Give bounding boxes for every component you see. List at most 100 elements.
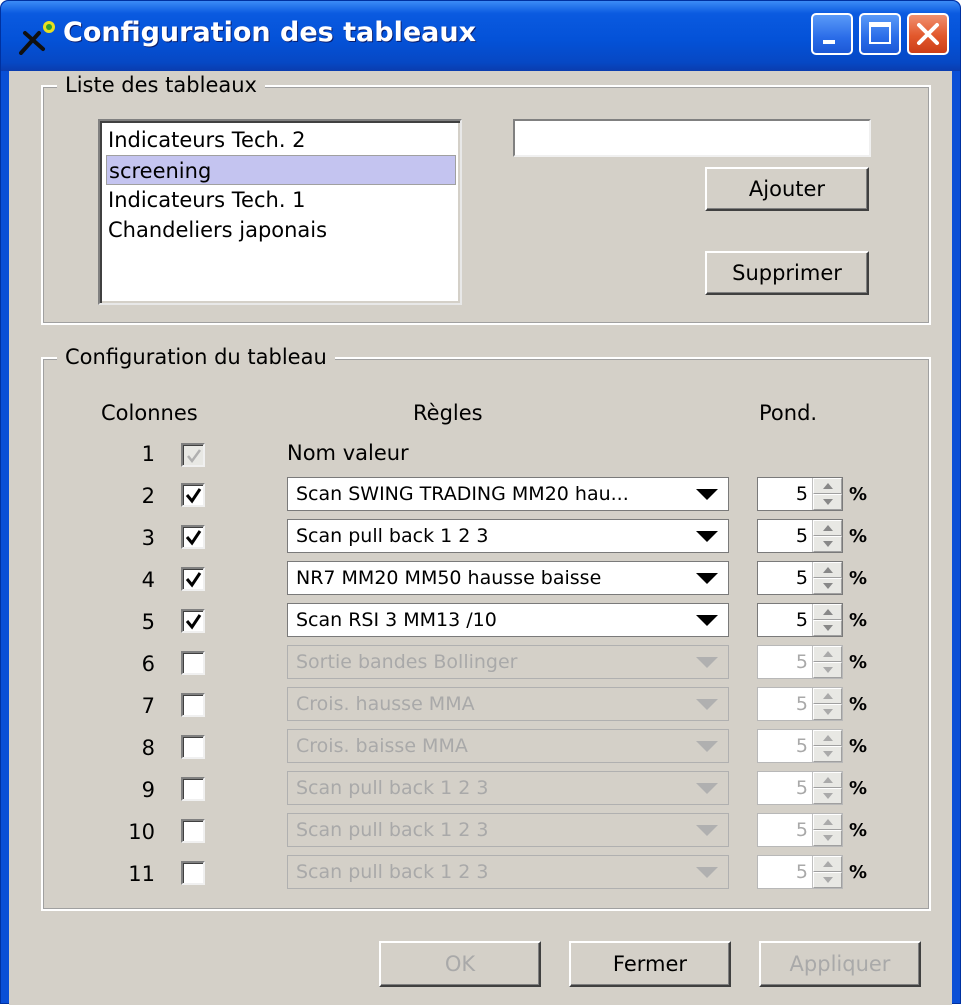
row-number: 10 — [128, 820, 155, 844]
list-item[interactable]: Chandeliers japonais — [106, 215, 454, 245]
weight-spinner-10: 5 — [757, 813, 843, 847]
spin-down-button[interactable] — [813, 494, 842, 510]
column-5-checkbox[interactable] — [181, 609, 205, 633]
row-number: 11 — [128, 862, 155, 886]
weight-spinner-3[interactable]: 5 — [757, 519, 843, 553]
row-number: 4 — [141, 568, 155, 592]
weight-spinner-9: 5 — [757, 771, 843, 805]
spin-down-button — [813, 746, 842, 762]
spin-up-button — [813, 772, 842, 788]
arrow-down-icon — [823, 667, 833, 673]
arrow-up-icon — [823, 483, 833, 489]
percent-sign: % — [849, 820, 868, 841]
dropdown-value: Crois. baisse MMA — [296, 735, 468, 757]
ok-button[interactable]: OK — [379, 941, 541, 987]
spinner-value: 5 — [795, 693, 808, 715]
weight-spinner-2[interactable]: 5 — [757, 477, 843, 511]
weight-spinner-5[interactable]: 5 — [757, 603, 843, 637]
column-8-checkbox[interactable] — [181, 735, 205, 759]
spin-up-button — [813, 646, 842, 662]
spinner-value: 5 — [795, 567, 808, 589]
column-4-checkbox[interactable] — [181, 567, 205, 591]
rule-dropdown-8: Crois. baisse MMA — [287, 729, 729, 763]
dropdown-arrow-icon — [696, 825, 718, 836]
arrow-up-icon — [823, 735, 833, 741]
spin-down-button — [813, 788, 842, 804]
rule-dropdown-7: Crois. hausse MMA — [287, 687, 729, 721]
list-item-selected[interactable]: screening — [106, 155, 456, 185]
percent-sign: % — [849, 862, 868, 883]
apply-button[interactable]: Appliquer — [759, 941, 921, 987]
rule-dropdown-10: Scan pull back 1 2 3 — [287, 813, 729, 847]
dropdown-arrow-icon — [696, 573, 718, 584]
dropdown-value: Scan pull back 1 2 3 — [296, 525, 489, 547]
spinner-value: 5 — [795, 651, 808, 673]
spin-up-button — [813, 688, 842, 704]
window-title: Configuration des tableaux — [63, 17, 477, 48]
arrow-down-icon — [823, 751, 833, 757]
rules-header: Règles — [413, 401, 483, 425]
spin-down-button — [813, 704, 842, 720]
column-11-checkbox[interactable] — [181, 861, 205, 885]
percent-sign: % — [849, 652, 868, 673]
checkmark-icon — [187, 449, 202, 464]
arrow-down-icon — [823, 877, 833, 883]
spin-up-button — [813, 730, 842, 746]
column-10-checkbox[interactable] — [181, 819, 205, 843]
spin-down-button[interactable] — [813, 620, 842, 636]
rule-dropdown-2[interactable]: Scan SWING TRADING MM20 hau... — [287, 477, 729, 511]
close-icon — [917, 23, 939, 45]
spinner-value: 5 — [795, 525, 808, 547]
spinner-value: 5 — [795, 819, 808, 841]
table-list-group: Liste des tableaux Indicateurs Tech. 2 s… — [41, 71, 931, 325]
column-9-checkbox[interactable] — [181, 777, 205, 801]
spin-up-button — [813, 856, 842, 872]
list-item[interactable]: Indicateurs Tech. 1 — [106, 185, 454, 215]
dropdown-value: Scan pull back 1 2 3 — [296, 819, 489, 841]
add-button[interactable]: Ajouter — [705, 167, 869, 211]
table-config-group-title: Configuration du tableau — [57, 343, 335, 371]
weight-spinner-11: 5 — [757, 855, 843, 889]
spinner-value: 5 — [795, 483, 808, 505]
minimize-button[interactable] — [811, 13, 853, 55]
dropdown-value: Crois. hausse MMA — [296, 693, 475, 715]
percent-sign: % — [849, 610, 868, 631]
rule-dropdown-3[interactable]: Scan pull back 1 2 3 — [287, 519, 729, 553]
title-bar[interactable]: Configuration des tableaux — [1, 1, 960, 71]
checkmark-icon — [185, 572, 202, 588]
weight-spinner-4[interactable]: 5 — [757, 561, 843, 595]
percent-sign: % — [849, 778, 868, 799]
spin-down-button[interactable] — [813, 536, 842, 552]
column-6-checkbox[interactable] — [181, 651, 205, 675]
arrow-up-icon — [823, 777, 833, 783]
dropdown-value: Scan RSI 3 MM13 /10 — [296, 609, 497, 631]
spin-up-button[interactable] — [813, 520, 842, 536]
spin-up-button[interactable] — [813, 604, 842, 620]
dialog-window: Configuration des tableaux Liste des tab… — [0, 0, 961, 1005]
column-2-checkbox[interactable] — [181, 483, 205, 507]
weight-header: Pond. — [759, 401, 818, 425]
column-1-checkbox — [181, 443, 205, 467]
rule-dropdown-4[interactable]: NR7 MM20 MM50 hausse baisse — [287, 561, 729, 595]
spin-up-button[interactable] — [813, 478, 842, 494]
spin-down-button[interactable] — [813, 578, 842, 594]
table-name-input[interactable] — [513, 119, 871, 157]
arrow-down-icon — [823, 541, 833, 547]
rule-dropdown-5[interactable]: Scan RSI 3 MM13 /10 — [287, 603, 729, 637]
column-7-checkbox[interactable] — [181, 693, 205, 717]
list-item[interactable]: Indicateurs Tech. 2 — [106, 125, 454, 155]
spinner-value: 5 — [795, 861, 808, 883]
arrow-down-icon — [823, 835, 833, 841]
row-number: 3 — [141, 526, 155, 550]
spin-up-button[interactable] — [813, 562, 842, 578]
arrow-down-icon — [823, 583, 833, 589]
close-button[interactable] — [907, 13, 949, 55]
tables-listbox[interactable]: Indicateurs Tech. 2 screening Indicateur… — [98, 119, 462, 305]
column-3-checkbox[interactable] — [181, 525, 205, 549]
table-config-group: Configuration du tableau Colonnes Règles… — [41, 343, 931, 911]
maximize-button[interactable] — [859, 13, 901, 55]
close-dialog-button[interactable]: Fermer — [569, 941, 731, 987]
dropdown-value: NR7 MM20 MM50 hausse baisse — [296, 567, 602, 589]
dialog-client-area: Liste des tableaux Indicateurs Tech. 2 s… — [9, 71, 952, 1005]
delete-button[interactable]: Supprimer — [705, 251, 869, 295]
